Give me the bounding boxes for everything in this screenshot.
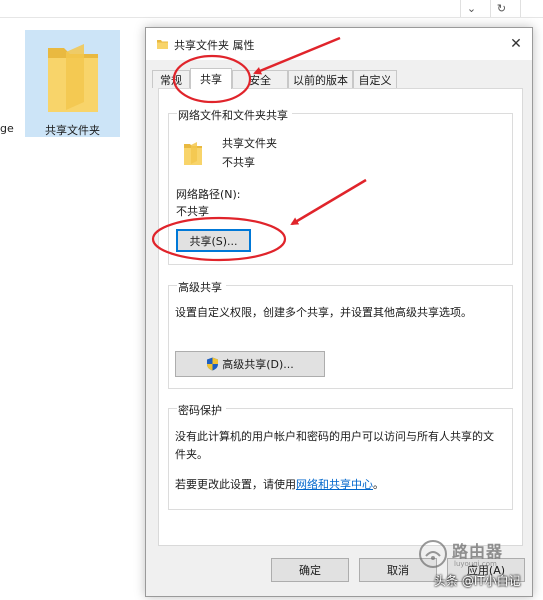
refresh-icon: ↻	[496, 2, 507, 15]
group-title: 高级共享	[177, 279, 226, 295]
password-description-line2: 件夹。	[175, 448, 208, 461]
share-button[interactable]: 共享(S)...	[176, 229, 251, 252]
sharing-panel: 网络文件和文件夹共享 共享文件夹 不共享 网络路径(N): 不共享 共享(S).…	[158, 88, 523, 546]
router-logo-icon	[419, 540, 447, 568]
network-sharing-center-link[interactable]: 网络和共享中心	[296, 478, 373, 491]
search-button[interactable]	[520, 0, 542, 17]
close-icon: ✕	[510, 36, 522, 52]
network-path-value: 不共享	[176, 205, 209, 218]
watermark-brand: 路由器	[452, 542, 504, 561]
folder-icon	[184, 142, 202, 165]
password-change-text: 若要更改此设置，请使用网络和共享中心。	[175, 478, 384, 491]
tab-previous-versions[interactable]: 以前的版本	[288, 70, 353, 88]
advanced-sharing-button[interactable]: 高级共享(D)...	[175, 351, 325, 377]
close-button[interactable]: ✕	[500, 28, 532, 60]
folder-icon	[157, 40, 168, 49]
watermark-logo: 路由器 luyouqi.com	[418, 538, 536, 570]
tab-customize[interactable]: 自定义	[353, 70, 397, 88]
folder-item-selected[interactable]: 共享文件夹	[25, 30, 120, 137]
folder-share-status: 不共享	[222, 156, 255, 169]
credit-text: 头条 @IT小白记	[434, 574, 521, 588]
folder-name: 共享文件夹	[222, 137, 277, 150]
network-sharing-group: 网络文件和文件夹共享 共享文件夹 不共享 网络路径(N): 不共享 共享(S).…	[168, 107, 513, 265]
dialog-titlebar: 共享文件夹 属性 ✕	[146, 28, 532, 60]
chevron-down-icon[interactable]: ⌄	[460, 0, 482, 17]
password-protection-group: 密码保护 没有此计算机的用户帐户和密码的用户可以访问与所有人共享的文 件夹。 若…	[168, 402, 513, 510]
password-description-line1: 没有此计算机的用户帐户和密码的用户可以访问与所有人共享的文	[175, 430, 494, 443]
tab-general[interactable]: 常规	[152, 70, 190, 88]
tab-security[interactable]: 安全	[232, 70, 288, 88]
folder-icon	[48, 44, 98, 112]
group-title: 网络文件和文件夹共享	[177, 107, 292, 123]
dialog-title: 共享文件夹 属性	[174, 39, 255, 52]
tab-sharing[interactable]: 共享	[190, 68, 232, 89]
properties-dialog: 共享文件夹 属性 ✕ 常规 共享 安全 以前的版本 自定义 网络文件和文件夹共享…	[145, 27, 533, 597]
folder-label: 共享文件夹	[45, 124, 100, 137]
uac-shield-icon	[207, 357, 219, 371]
advanced-sharing-group: 高级共享 设置自定义权限，创建多个共享，并设置其他高级共享选项。 高级共享(D)…	[168, 279, 513, 389]
truncated-sidebar-text: ge	[0, 122, 14, 135]
explorer-toolbar: ⌄ ↻	[0, 0, 543, 18]
advanced-sharing-description: 设置自定义权限，创建多个共享，并设置其他高级共享选项。	[175, 306, 472, 319]
network-path-label: 网络路径(N):	[176, 188, 241, 201]
ok-button[interactable]: 确定	[271, 558, 349, 582]
watermark-url: luyouqi.com	[454, 560, 497, 568]
group-title: 密码保护	[177, 402, 226, 418]
refresh-button[interactable]: ↻	[490, 0, 512, 17]
